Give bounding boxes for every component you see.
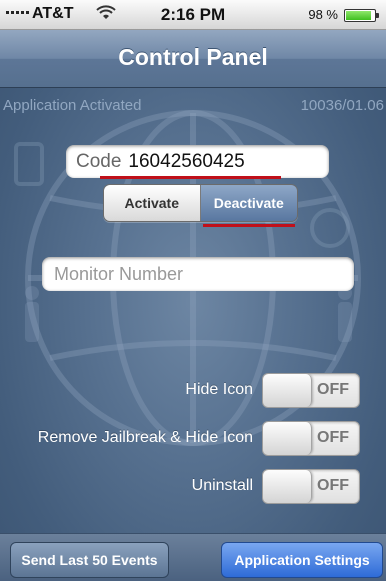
switch-knob bbox=[263, 422, 312, 455]
switch-knob bbox=[263, 470, 312, 503]
hide-icon-label: Hide Icon bbox=[185, 381, 253, 398]
toggle-row-remove-jailbreak: Remove Jailbreak & Hide Icon OFF bbox=[0, 421, 386, 457]
battery-icon bbox=[344, 9, 379, 22]
uninstall-switch[interactable]: OFF bbox=[262, 469, 360, 504]
info-row: Application Activated 10036/01.06 bbox=[0, 97, 386, 117]
screen: AT&T 2:16 PM 98 % Control Panel Applicat… bbox=[0, 0, 386, 581]
deactivate-segment[interactable]: Deactivate bbox=[200, 185, 297, 221]
navigation-bar: Control Panel bbox=[0, 30, 386, 88]
remove-jailbreak-switch[interactable]: OFF bbox=[262, 421, 360, 456]
monitor-number-input[interactable] bbox=[52, 257, 346, 291]
switch-state: OFF bbox=[317, 477, 349, 494]
hide-icon-switch[interactable]: OFF bbox=[262, 373, 360, 408]
battery-percent: 98 % bbox=[308, 7, 338, 22]
application-settings-button[interactable]: Application Settings bbox=[221, 542, 383, 578]
switch-knob bbox=[263, 374, 312, 407]
activate-segment[interactable]: Activate bbox=[104, 185, 201, 221]
activation-segmented-control: Activate Deactivate bbox=[103, 184, 298, 222]
uninstall-label: Uninstall bbox=[191, 477, 253, 494]
switch-state: OFF bbox=[317, 429, 349, 446]
toggle-row-hide-icon: Hide Icon OFF bbox=[0, 373, 386, 409]
code-underline-annotation bbox=[100, 176, 281, 179]
code-value: 16042560425 bbox=[128, 150, 245, 172]
monitor-number-field bbox=[42, 257, 354, 291]
remove-jailbreak-label: Remove Jailbreak & Hide Icon bbox=[37, 429, 253, 446]
page-title: Control Panel bbox=[118, 44, 268, 70]
activation-status: Application Activated bbox=[3, 97, 142, 114]
send-last-events-button[interactable]: Send Last 50 Events bbox=[10, 542, 169, 578]
code-field[interactable]: Code 16042560425 bbox=[66, 145, 329, 178]
version-label: 10036/01.06 bbox=[300, 97, 384, 114]
code-label: Code bbox=[76, 150, 122, 172]
status-bar: AT&T 2:16 PM 98 % bbox=[0, 0, 386, 30]
deactivate-underline-annotation bbox=[203, 224, 295, 227]
bottom-toolbar: Send Last 50 Events Application Settings bbox=[0, 533, 386, 581]
toggle-row-uninstall: Uninstall OFF bbox=[0, 469, 386, 505]
switch-state: OFF bbox=[317, 381, 349, 398]
